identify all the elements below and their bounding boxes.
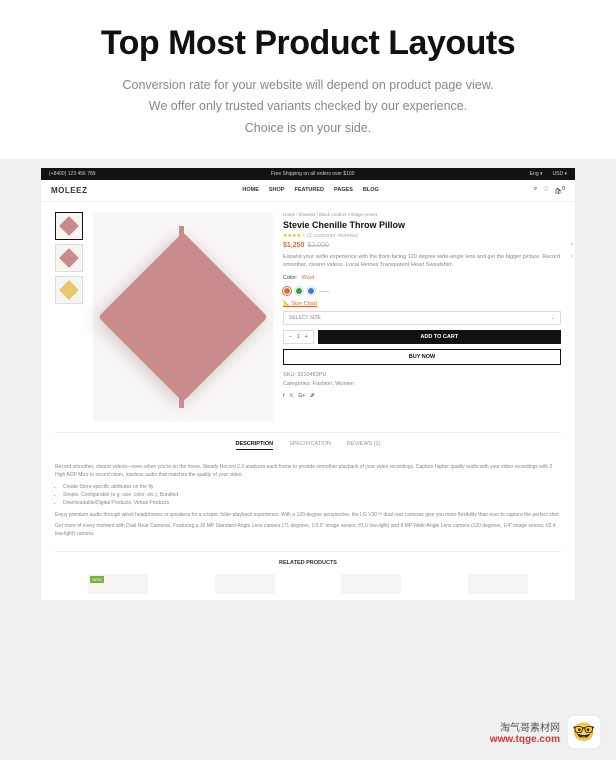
tab-reviews[interactable]: REVIEWS (2) — [347, 441, 381, 450]
thumb-1[interactable] — [55, 212, 83, 240]
logo[interactable]: MOLEEZ — [51, 186, 87, 195]
twitter-icon[interactable]: 𝕏 — [289, 393, 293, 399]
nav-shop[interactable]: SHOP — [269, 187, 285, 193]
size-select[interactable]: SELECT SIZE⌄ — [283, 311, 561, 325]
nav-pages[interactable]: PAGES — [334, 187, 353, 193]
lang-switch[interactable]: Eng ▾ — [530, 171, 543, 177]
related-item[interactable] — [468, 574, 528, 594]
swatch-3[interactable] — [307, 287, 315, 295]
topbar-phone: (+8400) 123 456 789 — [49, 171, 96, 177]
tab-description[interactable]: DESCRIPTION — [236, 441, 274, 450]
description-body: Record smoother, clearer videos—even whe… — [41, 454, 575, 551]
header: MOLEEZ HOME SHOP FEATURED PAGES BLOG ⌕ ♡… — [41, 180, 575, 202]
nav-blog[interactable]: BLOG — [363, 187, 379, 193]
facebook-icon[interactable]: f — [283, 393, 284, 399]
swatch-2[interactable] — [295, 287, 303, 295]
pinterest-icon[interactable]: 𝒫 — [310, 393, 314, 399]
hero-subtitle: Conversion rate for your website will de… — [40, 75, 576, 139]
related-products: NEW — [41, 574, 575, 600]
hero-title: Top Most Product Layouts — [40, 24, 576, 63]
related-item[interactable] — [215, 574, 275, 594]
thumb-3[interactable] — [55, 276, 83, 304]
related-title: RELATED PRODUCTS — [55, 551, 561, 574]
product-tabs: DESCRIPTION SPECIFICATION REVIEWS (2) — [55, 432, 561, 454]
tab-specification[interactable]: SPECIFICATION — [289, 441, 331, 450]
wishlist-icon[interactable]: ♡ — [543, 186, 548, 195]
add-to-cart-button[interactable]: ADD TO CART — [318, 330, 561, 344]
prev-product-icon[interactable]: ‹ — [571, 242, 573, 248]
product-info: ‹ › Home / Bracelet / Black Leather Vint… — [283, 212, 561, 422]
product-title: Stevie Chenille Throw Pillow — [283, 220, 561, 230]
product-gallery[interactable] — [93, 212, 273, 422]
qty-plus[interactable]: + — [305, 334, 308, 340]
product-meta: SKU: 3210483PU Categories: Fashion, Wome… — [283, 371, 561, 389]
watermark-logo: 🤓 — [566, 714, 602, 750]
cart-icon[interactable]: 🛍0 — [555, 186, 565, 195]
breadcrumb[interactable]: Home / Bracelet / Black Leather Vintage … — [283, 212, 561, 217]
main-nav: HOME SHOP FEATURED PAGES BLOG — [242, 187, 378, 193]
chevron-down-icon: ⌄ — [551, 315, 555, 321]
topbar-promo: Free Shipping on all orders over $100 — [271, 171, 355, 177]
product-price: $1,250$2,000 — [283, 242, 561, 249]
search-icon[interactable]: ⌕ — [534, 186, 537, 195]
buy-now-button[interactable]: BUY NOW — [283, 349, 561, 365]
swatch-1[interactable] — [283, 287, 291, 295]
google-plus-icon[interactable]: G+ — [298, 393, 305, 399]
watermark: 淘气哥素材网 www.tqge.com 🤓 — [490, 714, 602, 750]
qty-minus[interactable]: − — [289, 334, 292, 340]
short-description: Expand your selfie experience with the f… — [283, 253, 561, 270]
product-rating: ★★★★☆ (2 customer reviews) — [283, 233, 561, 239]
related-item[interactable]: NEW — [88, 574, 148, 594]
thumb-2[interactable] — [55, 244, 83, 272]
currency-switch[interactable]: USD ▾ — [553, 171, 567, 177]
color-swatches: Color: Wool — [283, 275, 561, 281]
nav-featured[interactable]: FEATURED — [294, 187, 324, 193]
related-item[interactable] — [341, 574, 401, 594]
topbar: (+8400) 123 456 789 Free Shipping on all… — [41, 168, 575, 180]
quantity-stepper[interactable]: − 1 + — [283, 330, 314, 344]
nav-home[interactable]: HOME — [242, 187, 259, 193]
size-chart-link[interactable]: 📐 Size Chart — [283, 301, 561, 307]
next-product-icon[interactable]: › — [571, 254, 573, 260]
product-page-screenshot: (+8400) 123 456 789 Free Shipping on all… — [40, 167, 576, 601]
thumbnail-list — [55, 212, 83, 422]
